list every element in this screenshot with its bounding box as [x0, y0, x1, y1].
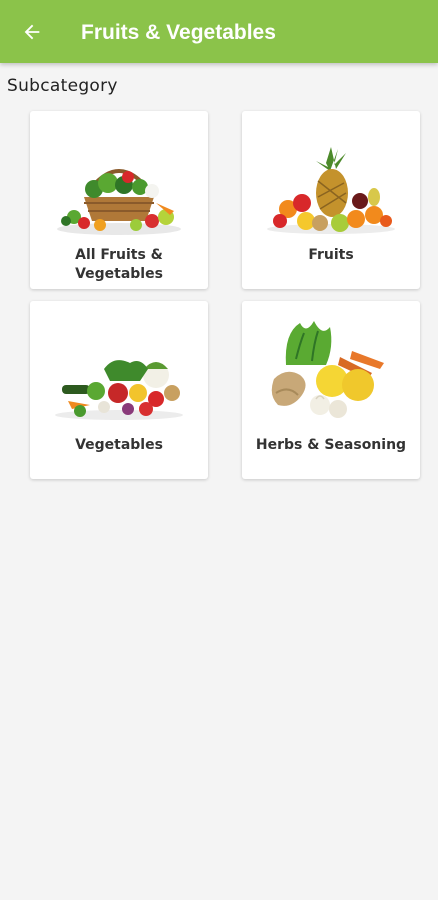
category-card-vegetables[interactable]: Vegetables [30, 301, 208, 479]
herbs-seasoning-image [271, 321, 384, 418]
category-label: Vegetables [75, 437, 163, 453]
category-label: All Fruits & Vegetables [75, 247, 163, 282]
vegetable-basket-image [57, 169, 181, 235]
category-label: Fruits [308, 247, 354, 263]
fruit-pile-image [267, 147, 395, 234]
app-bar: Fruits & Vegetables [0, 0, 438, 63]
category-card-all-fruits-vegetables[interactable]: All Fruits & Vegetables [30, 111, 208, 289]
vegetable-pile-image [55, 360, 183, 420]
arrow-left-icon [24, 24, 40, 40]
page-title: Fruits & Vegetables [81, 21, 276, 44]
back-button[interactable] [14, 14, 50, 50]
category-card-herbs-seasoning[interactable]: Herbs & Seasoning [242, 301, 420, 479]
section-title: Subcategory [7, 76, 118, 96]
category-card-fruits[interactable]: Fruits [242, 111, 420, 289]
category-label: Herbs & Seasoning [255, 437, 407, 453]
